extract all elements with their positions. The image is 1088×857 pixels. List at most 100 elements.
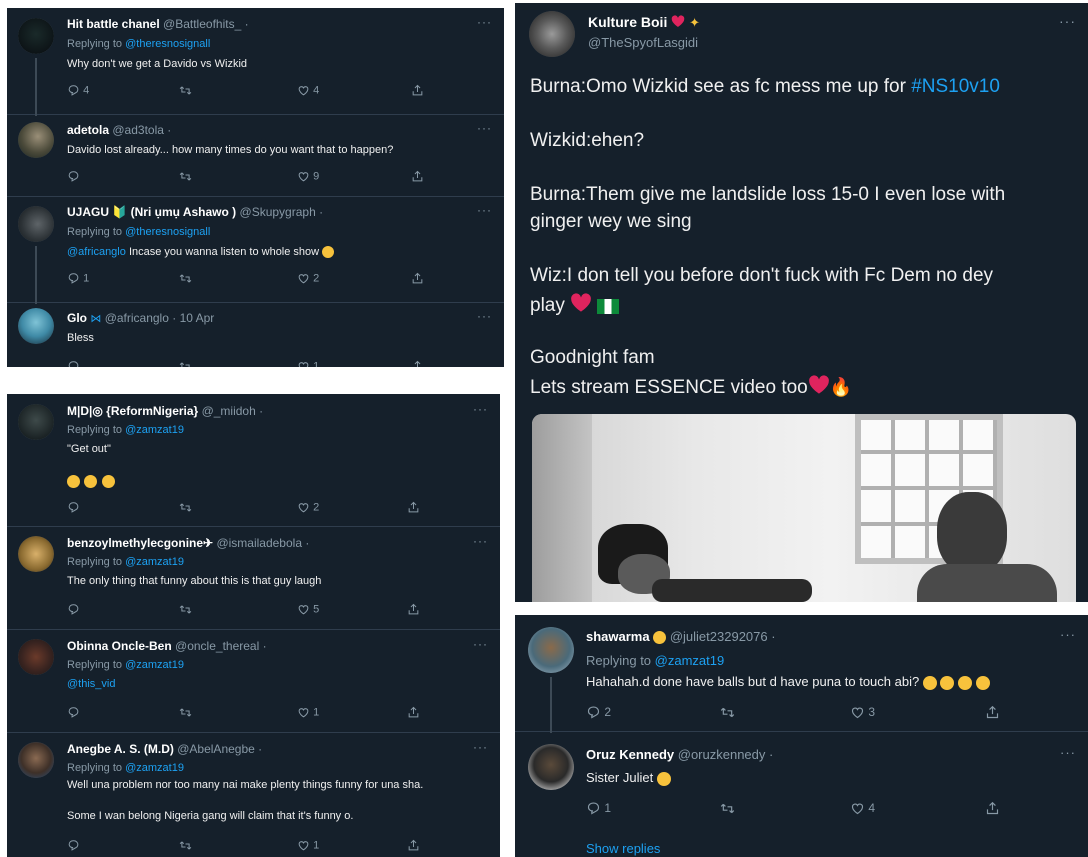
avatar[interactable] <box>528 627 574 673</box>
share-button[interactable] <box>985 801 1000 816</box>
reply-button[interactable] <box>67 360 80 367</box>
replying-to-link[interactable]: @zamzat19 <box>125 424 184 436</box>
tweet-photo[interactable] <box>532 414 1076 602</box>
reply-button[interactable]: 4 <box>67 84 89 97</box>
avatar[interactable] <box>529 11 575 57</box>
reply-button[interactable] <box>67 170 80 183</box>
like-button[interactable]: 1 <box>297 360 319 367</box>
retweet-button[interactable] <box>179 84 192 97</box>
like-button[interactable]: 5 <box>297 603 319 616</box>
like-button[interactable]: 4 <box>850 801 875 816</box>
author-handle[interactable]: @TheSpyofLasgidi <box>588 35 698 50</box>
author-name[interactable]: Obinna Oncle-Ben <box>67 639 172 653</box>
share-button[interactable] <box>407 706 420 719</box>
like-button[interactable]: 1 <box>297 839 319 852</box>
reply-tweet[interactable]: Glo ⋈ @africanglo · 10 Apr ··· Bless 1 <box>7 302 504 367</box>
retweet-button[interactable] <box>179 839 192 852</box>
retweet-button[interactable] <box>179 501 192 514</box>
share-button[interactable] <box>407 501 420 514</box>
share-button[interactable] <box>411 360 424 367</box>
author-handle[interactable]: @africanglo · 10 Apr <box>105 311 215 325</box>
show-replies-link[interactable]: Show replies <box>586 841 660 856</box>
reply-button[interactable]: 1 <box>586 801 611 816</box>
author-handle[interactable]: @ismailadebola · <box>216 536 309 550</box>
more-icon[interactable]: ··· <box>1059 13 1076 29</box>
author-handle[interactable]: @juliet23292076 · <box>670 629 776 644</box>
reply-button[interactable] <box>67 839 80 852</box>
like-button[interactable]: 9 <box>297 170 319 183</box>
reply-tweet[interactable]: M|D|◎ {ReformNigeria} @_miidoh · ··· Rep… <box>7 394 500 527</box>
reply-button[interactable]: 1 <box>67 272 89 285</box>
replying-to-link[interactable]: @zamzat19 <box>125 659 184 671</box>
share-button[interactable] <box>411 84 424 97</box>
reply-button[interactable]: 2 <box>586 705 611 720</box>
author-handle[interactable]: @Skupygraph · <box>240 205 324 219</box>
avatar[interactable] <box>18 404 54 440</box>
author-handle[interactable]: @ad3tola · <box>112 123 171 137</box>
replying-to-link[interactable]: @zamzat19 <box>655 653 725 668</box>
author-name[interactable]: shawarma <box>586 629 650 644</box>
like-button[interactable]: 2 <box>297 272 319 285</box>
more-icon[interactable]: ··· <box>473 534 488 548</box>
author-name[interactable]: Glo <box>67 311 87 325</box>
author-name[interactable]: M|D|◎ {ReformNigeria} <box>67 404 198 418</box>
more-icon[interactable]: ··· <box>473 740 488 754</box>
author-name[interactable]: Anegbe A. S. (M.D) <box>67 742 174 756</box>
avatar[interactable] <box>18 536 54 572</box>
avatar[interactable] <box>18 639 54 675</box>
more-icon[interactable]: ··· <box>1060 627 1076 642</box>
author-handle[interactable]: @oncle_thereal · <box>175 639 267 653</box>
avatar[interactable] <box>18 206 54 242</box>
retweet-button[interactable] <box>720 705 735 720</box>
more-icon[interactable]: ··· <box>473 637 488 651</box>
mention-link[interactable]: @africanglo <box>67 246 126 258</box>
reply-button[interactable] <box>67 501 80 514</box>
more-icon[interactable]: ··· <box>1060 745 1076 760</box>
like-button[interactable]: 2 <box>297 501 319 514</box>
author-name[interactable]: adetola <box>67 123 109 137</box>
avatar[interactable] <box>18 18 54 54</box>
reply-tweet[interactable]: adetola @ad3tola · ··· Davido lost alrea… <box>7 114 504 197</box>
author-name[interactable]: Kulture Boii <box>588 14 667 30</box>
author-name[interactable]: Oruz Kennedy <box>586 747 674 762</box>
avatar[interactable] <box>18 308 54 344</box>
author-name[interactable]: UJAGU 🔰 (Nri ụmụ Ashawo ) <box>67 205 236 219</box>
author-name[interactable]: Hit battle chanel <box>67 17 160 31</box>
share-button[interactable] <box>411 170 424 183</box>
retweet-button[interactable] <box>179 706 192 719</box>
retweet-button[interactable] <box>179 360 192 367</box>
retweet-button[interactable] <box>720 801 735 816</box>
hashtag-link[interactable]: #NS10v10 <box>911 76 1000 97</box>
reply-tweet[interactable]: shawarma @juliet23292076 · ··· Replying … <box>515 615 1088 733</box>
avatar[interactable] <box>528 744 574 790</box>
more-icon[interactable]: ··· <box>477 309 492 323</box>
replying-to-link[interactable]: @theresnosignall <box>125 226 210 238</box>
like-button[interactable]: 1 <box>297 706 319 719</box>
retweet-button[interactable] <box>179 603 192 616</box>
reply-tweet[interactable]: UJAGU 🔰 (Nri ụmụ Ashawo ) @Skupygraph · … <box>7 196 504 304</box>
author-handle[interactable]: @oruzkennedy · <box>678 747 774 762</box>
reply-tweet[interactable]: Anegbe A. S. (M.D) @AbelAnegbe · ··· Rep… <box>7 732 500 857</box>
retweet-button[interactable] <box>179 170 192 183</box>
replying-to-link[interactable]: @zamzat19 <box>125 556 184 568</box>
more-icon[interactable]: ··· <box>477 203 492 217</box>
like-button[interactable]: 3 <box>850 705 875 720</box>
reply-tweet[interactable]: Obinna Oncle-Ben @oncle_thereal · ··· Re… <box>7 629 500 733</box>
author-handle[interactable]: @Battleofhits_ · <box>163 17 249 31</box>
reply-tweet[interactable]: Oruz Kennedy @oruzkennedy · ··· Sister J… <box>515 731 1088 857</box>
reply-button[interactable] <box>67 603 80 616</box>
reply-button[interactable] <box>67 706 80 719</box>
reply-tweet[interactable]: Hit battle chanel @Battleofhits_ · ··· R… <box>7 8 504 116</box>
share-button[interactable] <box>411 272 424 285</box>
more-icon[interactable]: ··· <box>477 121 492 135</box>
more-icon[interactable]: ··· <box>473 402 488 416</box>
author-handle[interactable]: @_miidoh · <box>202 404 264 418</box>
more-icon[interactable]: ··· <box>477 15 492 29</box>
author-handle[interactable]: @AbelAnegbe · <box>177 742 262 756</box>
retweet-button[interactable] <box>179 272 192 285</box>
share-button[interactable] <box>407 839 420 852</box>
reply-tweet[interactable]: benzoylmethylecgonine✈ @ismailadebola · … <box>7 526 500 630</box>
like-button[interactable]: 4 <box>297 84 319 97</box>
author-name[interactable]: benzoylmethylecgonine✈ <box>67 536 213 550</box>
mention-link[interactable]: @this_vid <box>67 678 115 690</box>
